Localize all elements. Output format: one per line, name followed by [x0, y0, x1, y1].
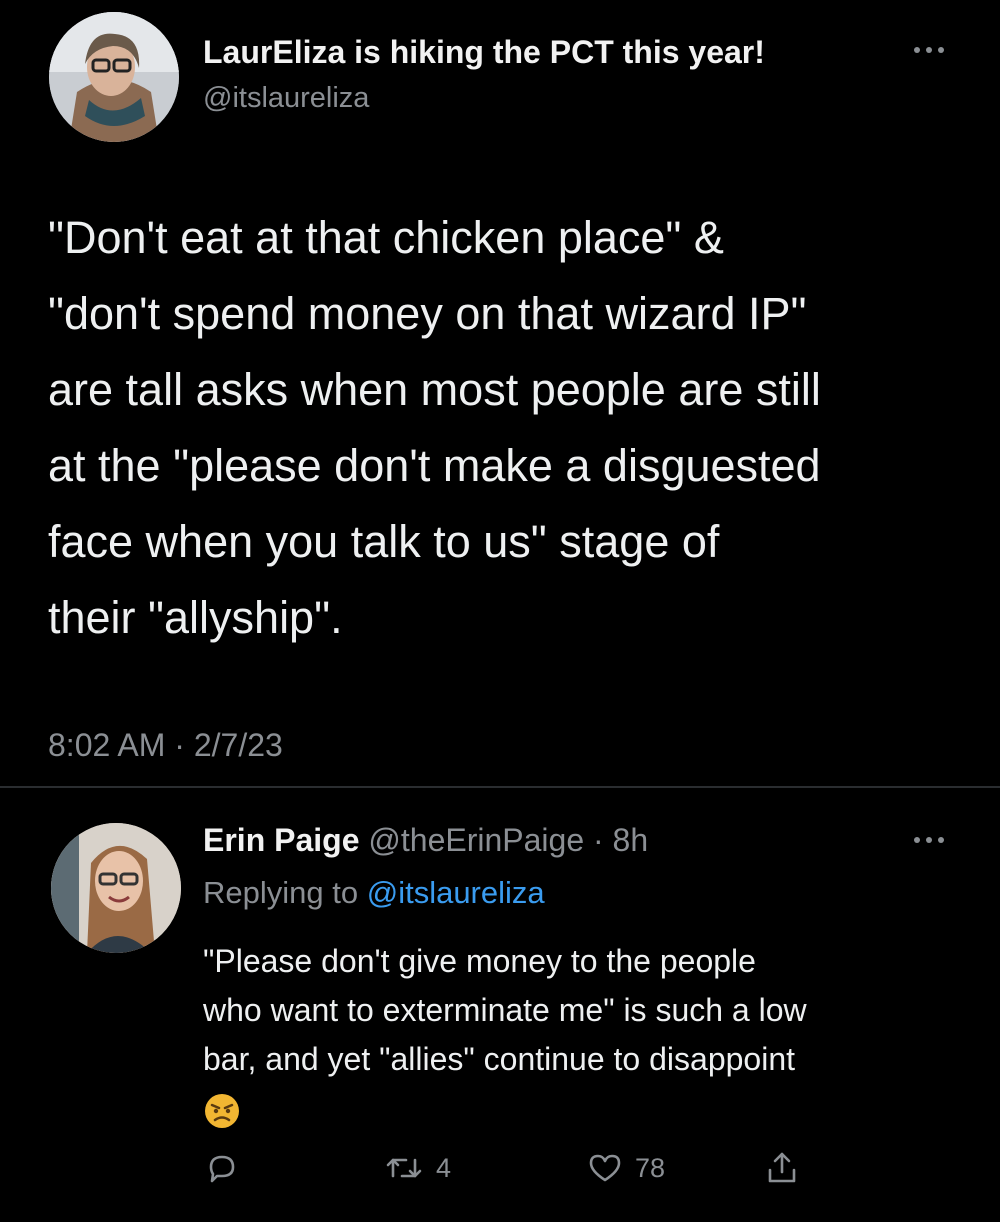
reply-author-avatar[interactable] — [51, 823, 181, 953]
reply-icon — [209, 1155, 235, 1183]
reply-header: Erin Paige @theErinPaige · 8h — [203, 822, 648, 859]
retweet-count: 4 — [436, 1152, 452, 1183]
replying-prefix: Replying to — [203, 875, 367, 910]
like-icon — [589, 1154, 621, 1182]
reply-more-icon[interactable] — [914, 835, 944, 845]
angry-face-emoji — [203, 1092, 241, 1130]
main-author-name[interactable]: LaurEliza is hiking the PCT this year! — [203, 34, 765, 71]
main-author-avatar[interactable] — [49, 12, 179, 142]
like-count: 78 — [635, 1152, 666, 1183]
more-icon[interactable] — [914, 45, 944, 55]
reply-text: "Please don't give money to the people w… — [203, 943, 807, 1077]
like-button[interactable]: 78 — [587, 1152, 665, 1184]
retweet-button[interactable]: 4 — [384, 1152, 451, 1184]
reply-author-name[interactable]: Erin Paige — [203, 822, 360, 858]
share-icon — [768, 1152, 796, 1183]
replying-to-handle-link[interactable]: @itslaureliza — [367, 875, 545, 910]
replying-to-line: Replying to @itslaureliza — [203, 875, 545, 911]
reply-meta: @theErinPaige · 8h — [359, 822, 649, 858]
retweet-icon — [386, 1158, 422, 1178]
tweet-text: "Don't eat at that chicken place" & "don… — [48, 212, 821, 643]
main-author-handle[interactable]: @itslaureliza — [203, 82, 369, 115]
divider — [0, 786, 1000, 788]
tweet-timestamp[interactable]: 8:02 AM · 2/7/23 — [48, 727, 283, 764]
reply-button[interactable] — [205, 1152, 239, 1184]
share-button[interactable] — [765, 1150, 799, 1186]
